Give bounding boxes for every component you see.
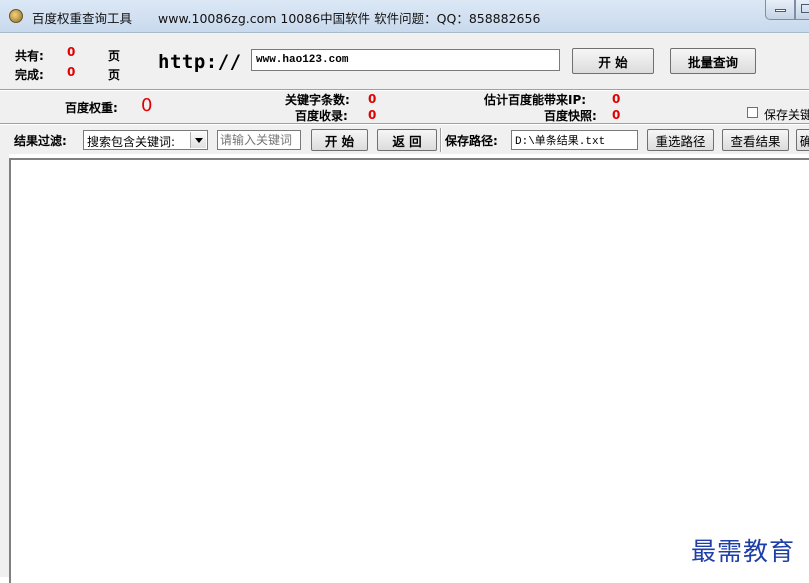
save-path-label: 保存路径: [445, 134, 498, 148]
title-bar: 百度权重查询工具 www.10086zg.com 10086中国软件 软件问题：… [0, 0, 809, 33]
separator [440, 128, 442, 152]
done-unit: 页 [108, 68, 121, 82]
watermark: 最需教育 [691, 537, 796, 566]
maximize-icon [801, 4, 809, 13]
save-keywords-label: 保存关键 [764, 108, 809, 122]
view-results-button[interactable]: 查看结果 [722, 129, 789, 151]
indexed-label: 百度收录: [295, 109, 348, 123]
url-input[interactable] [251, 49, 560, 71]
divider [0, 123, 809, 125]
reselect-path-button[interactable]: 重选路径 [647, 129, 714, 151]
minimize-icon [775, 9, 786, 12]
back-button[interactable]: 返 回 [377, 129, 437, 151]
window-info: www.10086zg.com 10086中国软件 软件问题：QQ：858882… [158, 11, 541, 26]
confirm-button[interactable]: 确 [796, 129, 809, 151]
filter-start-button[interactable]: 开 始 [311, 129, 368, 151]
results-area[interactable] [9, 158, 809, 583]
snapshot-value: 0 [612, 108, 621, 122]
done-label: 完成: [15, 68, 44, 82]
save-keywords-checkbox[interactable] [747, 107, 758, 118]
traffic-label: 估计百度能带来IP: [484, 93, 587, 107]
indexed-value: 0 [368, 108, 377, 122]
total-value: 0 [67, 45, 76, 59]
divider [0, 89, 809, 91]
minimize-button[interactable] [765, 0, 795, 20]
filter-mode-value: 搜索包含关键词: [87, 135, 176, 149]
filter-label: 结果过滤: [14, 134, 67, 148]
total-label: 共有: [15, 49, 44, 63]
url-prefix: http:// [158, 51, 242, 73]
total-unit: 页 [108, 49, 121, 63]
weight-label: 百度权重: [65, 101, 118, 115]
save-path-input[interactable] [511, 130, 638, 150]
window-title: 百度权重查询工具 [32, 11, 133, 26]
filter-mode-select[interactable]: 搜索包含关键词: [83, 130, 208, 150]
traffic-value: 0 [612, 92, 621, 106]
weight-value: 0 [141, 95, 153, 116]
maximize-button[interactable] [795, 0, 809, 20]
done-value: 0 [67, 65, 76, 79]
left-margin [0, 154, 9, 577]
keyword-count-label: 关键字条数: [285, 93, 350, 107]
keyword-filter-input[interactable] [217, 130, 301, 150]
keyword-count-value: 0 [368, 92, 377, 106]
start-button[interactable]: 开 始 [572, 48, 654, 74]
snapshot-label: 百度快照: [544, 109, 597, 123]
chevron-down-icon[interactable] [190, 132, 206, 148]
app-icon [9, 9, 23, 23]
batch-query-button[interactable]: 批量查询 [670, 48, 756, 74]
